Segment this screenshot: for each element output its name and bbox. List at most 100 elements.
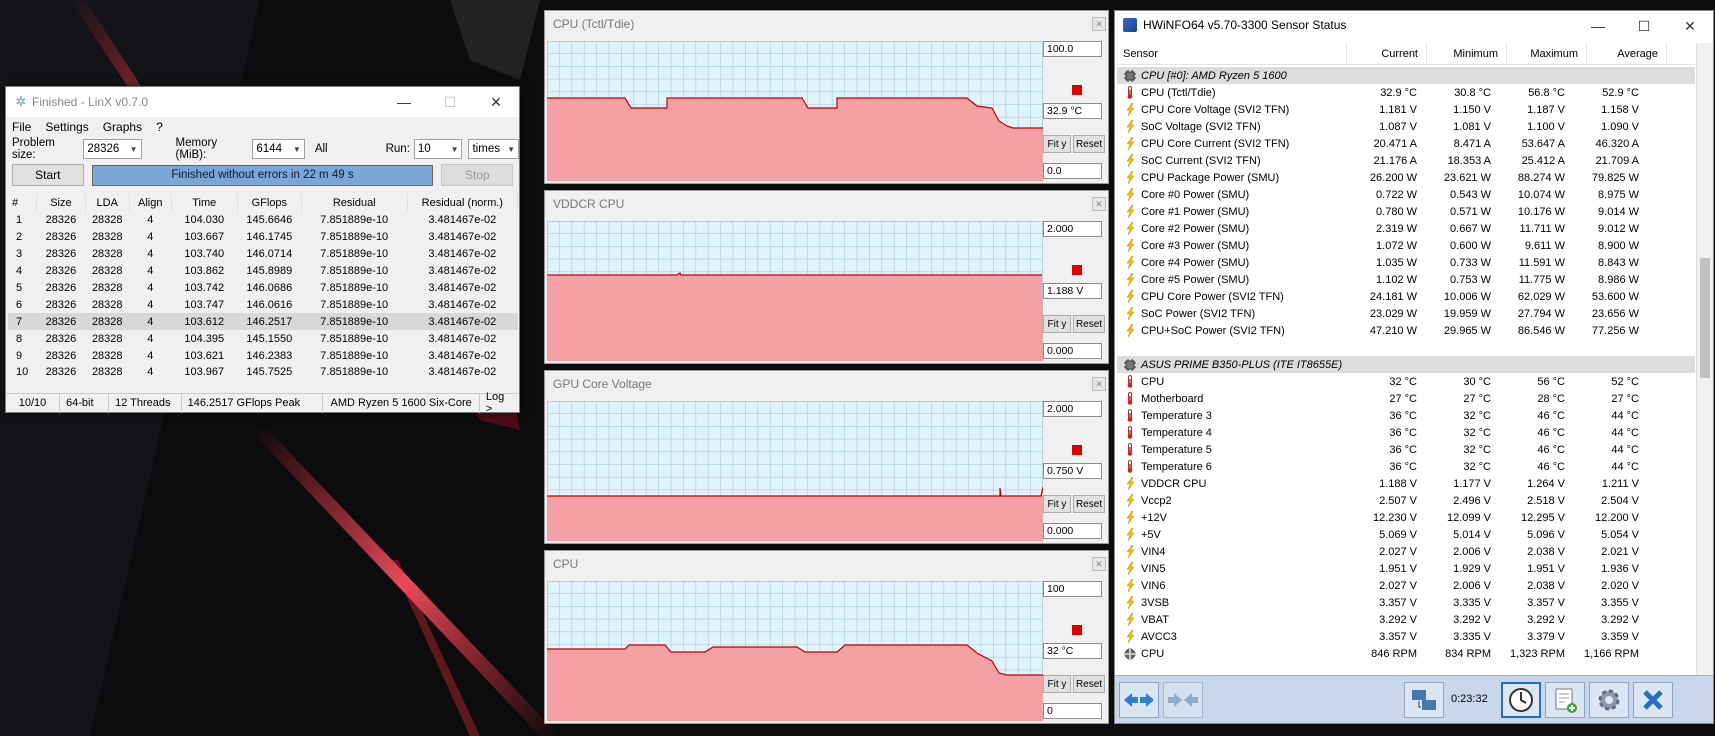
- table-row[interactable]: 7 28326 28328 4 103.612 146.2517 7.851889e-10 3…: [8, 313, 518, 331]
- minimize-button[interactable]: —: [381, 87, 427, 117]
- all-button[interactable]: All: [315, 143, 328, 155]
- menu-help[interactable]: ?: [156, 120, 163, 134]
- sensor-scrollbar[interactable]: [1696, 43, 1713, 677]
- sensor-row[interactable]: Core #2 Power (SMU) 2.319 W 0.667 W 11.711 …: [1117, 220, 1695, 237]
- sensor-row[interactable]: 3VSB 3.357 V 3.335 V 3.357 V 3.355 V: [1117, 594, 1695, 611]
- sensor-row[interactable]: Temperature 4 36 °C 32 °C 46 °C 44 °C: [1117, 424, 1695, 441]
- maximize-button[interactable]: ☐: [1621, 11, 1667, 41]
- column-sensor[interactable]: Sensor: [1117, 43, 1347, 64]
- graph-min-field[interactable]: 0.0: [1043, 163, 1102, 179]
- sensor-row[interactable]: Temperature 3 36 °C 32 °C 46 °C 44 °C: [1117, 407, 1695, 424]
- timer-button[interactable]: [1501, 682, 1541, 718]
- graph-close-button[interactable]: ✕: [1092, 557, 1106, 571]
- reset-button[interactable]: Reset: [1073, 675, 1105, 693]
- sensor-group-header[interactable]: ASUS PRIME B350-PLUS (ITE IT8655E): [1117, 356, 1695, 373]
- maximize-button[interactable]: ☐: [427, 87, 473, 117]
- menu-settings[interactable]: Settings: [45, 120, 88, 134]
- stop-button[interactable]: Stop: [441, 164, 513, 186]
- table-row[interactable]: 8 28326 28328 4 104.395 145.1550 7.851889e-10 3…: [8, 330, 518, 347]
- sensor-row[interactable]: Temperature 5 36 °C 32 °C 46 °C 44 °C: [1117, 441, 1695, 458]
- graph-max-field[interactable]: 2.000: [1043, 221, 1102, 237]
- fit-y-button[interactable]: Fit y: [1043, 675, 1071, 693]
- fit-y-button[interactable]: Fit y: [1043, 495, 1071, 513]
- close-button[interactable]: ✕: [1667, 11, 1713, 41]
- sensor-row[interactable]: Core #1 Power (SMU) 0.780 W 0.571 W 10.176 …: [1117, 203, 1695, 220]
- sensor-row[interactable]: VIN6 2.027 V 2.006 V 2.038 V 2.020 V: [1117, 577, 1695, 594]
- fit-y-button[interactable]: Fit y: [1043, 315, 1071, 333]
- graph-close-button[interactable]: ✕: [1092, 377, 1106, 391]
- column-header[interactable]: Residual: [301, 193, 408, 212]
- column-header[interactable]: LDA: [85, 193, 130, 212]
- sensor-row[interactable]: Vccp2 2.507 V 2.496 V 2.518 V 2.504 V: [1117, 492, 1695, 509]
- column-maximum[interactable]: Maximum: [1507, 43, 1587, 64]
- table-row[interactable]: 3 28326 28328 4 103.740 146.0714 7.851889e-10 3…: [8, 246, 518, 263]
- column-average[interactable]: Average: [1587, 43, 1667, 64]
- sensor-row[interactable]: Core #5 Power (SMU) 1.102 W 0.753 W 11.775 …: [1117, 271, 1695, 288]
- sensor-row[interactable]: CPU Core Voltage (SVI2 TFN) 1.181 V 1.150 …: [1117, 101, 1695, 118]
- sensor-row[interactable]: Motherboard 27 °C 27 °C 28 °C 27 °C: [1117, 390, 1695, 407]
- table-row[interactable]: 1 28326 28328 4 104.030 145.6646 7.851889e-10 3…: [8, 212, 518, 229]
- sensor-row[interactable]: SoC Voltage (SVI2 TFN) 1.087 V 1.081 V 1.10…: [1117, 118, 1695, 135]
- sensor-row[interactable]: Temperature 6 36 °C 32 °C 46 °C 44 °C: [1117, 458, 1695, 475]
- fit-y-button[interactable]: Fit y: [1043, 135, 1071, 153]
- memory-select[interactable]: 6144 ▼: [252, 139, 305, 159]
- graph-color-swatch[interactable]: [1072, 445, 1082, 455]
- sensor-row[interactable]: Core #3 Power (SMU) 1.072 W 0.600 W 9.611 W…: [1117, 237, 1695, 254]
- problem-size-select[interactable]: 28326 ▼: [83, 139, 142, 159]
- graph-color-swatch[interactable]: [1072, 85, 1082, 95]
- sensor-row[interactable]: SoC Current (SVI2 TFN) 21.176 A 18.353 A 25…: [1117, 152, 1695, 169]
- table-row[interactable]: 2 28326 28328 4 103.667 146.1745 7.851889e-10 3…: [8, 229, 518, 246]
- reset-button[interactable]: Reset: [1073, 135, 1105, 153]
- graph-min-field[interactable]: 0: [1043, 703, 1102, 719]
- report-button[interactable]: [1545, 682, 1585, 718]
- exit-button[interactable]: [1633, 682, 1673, 718]
- table-row[interactable]: 10 28326 28328 4 103.967 145.7525 7.851889e-10…: [8, 364, 518, 381]
- nav-left-right-button[interactable]: [1119, 682, 1159, 718]
- table-row[interactable]: 5 28326 28328 4 103.742 146.0686 7.851889e-10 3…: [8, 280, 518, 297]
- graph-max-field[interactable]: 100: [1043, 581, 1102, 597]
- table-row[interactable]: 6 28326 28328 4 103.747 146.0616 7.851889e-10 3…: [8, 296, 518, 313]
- column-header[interactable]: Align: [129, 193, 172, 212]
- start-button[interactable]: Start: [12, 164, 84, 186]
- run-count-select[interactable]: 10 ▼: [413, 139, 463, 159]
- sensor-row[interactable]: CPU 32 °C 30 °C 56 °C 52 °C: [1117, 373, 1695, 390]
- column-header[interactable]: GFlops: [237, 193, 302, 212]
- close-button[interactable]: ✕: [473, 87, 519, 117]
- run-unit-select[interactable]: times ▼: [468, 139, 519, 159]
- sensor-row[interactable]: VIN5 1.951 V 1.929 V 1.951 V 1.936 V: [1117, 560, 1695, 577]
- sensor-row[interactable]: CPU 846 RPM 834 RPM 1,323 RPM 1,166 RPM: [1117, 645, 1695, 662]
- reset-button[interactable]: Reset: [1073, 495, 1105, 513]
- graph-close-button[interactable]: ✕: [1092, 17, 1106, 31]
- graph-close-button[interactable]: ✕: [1092, 197, 1106, 211]
- minimize-button[interactable]: —: [1575, 11, 1621, 41]
- graph-color-swatch[interactable]: [1072, 265, 1082, 275]
- column-header[interactable]: Residual (norm.): [407, 193, 519, 212]
- sensor-row[interactable]: AVCC3 3.357 V 3.335 V 3.379 V 3.359 V: [1117, 628, 1695, 645]
- column-header[interactable]: Size: [36, 193, 86, 212]
- graph-max-field[interactable]: 100.0: [1043, 41, 1102, 57]
- graph-max-field[interactable]: 2.000: [1043, 401, 1102, 417]
- sensor-row[interactable]: +5V 5.069 V 5.014 V 5.096 V 5.054 V: [1117, 526, 1695, 543]
- sensor-row[interactable]: CPU+SoC Power (SVI2 TFN) 47.210 W 29.965 W…: [1117, 322, 1695, 339]
- column-current[interactable]: Current: [1347, 43, 1427, 64]
- reset-button[interactable]: Reset: [1073, 315, 1105, 333]
- table-row[interactable]: 4 28326 28328 4 103.862 145.8989 7.851889e-10 3…: [8, 263, 518, 280]
- menu-file[interactable]: File: [12, 120, 31, 134]
- sensor-row[interactable]: VDDCR CPU 1.188 V 1.177 V 1.264 V 1.211 V: [1117, 475, 1695, 492]
- column-header[interactable]: #: [8, 193, 38, 212]
- graph-color-swatch[interactable]: [1072, 625, 1082, 635]
- scrollbar-thumb[interactable]: [1700, 258, 1710, 378]
- sensor-row[interactable]: CPU (Tctl/Tdie) 32.9 °C 30.8 °C 56.8 °C 52.9…: [1117, 84, 1695, 101]
- network-button[interactable]: [1404, 682, 1444, 718]
- sensor-row[interactable]: VIN4 2.027 V 2.006 V 2.038 V 2.021 V: [1117, 543, 1695, 560]
- sensor-row[interactable]: Core #0 Power (SMU) 0.722 W 0.543 W 10.074 …: [1117, 186, 1695, 203]
- sensor-row[interactable]: CPU Core Current (SVI2 TFN) 20.471 A 8.471…: [1117, 135, 1695, 152]
- nav-collapse-button[interactable]: [1163, 682, 1203, 718]
- sensor-group-header[interactable]: CPU [#0]: AMD Ryzen 5 1600: [1117, 67, 1695, 84]
- sensor-row[interactable]: CPU Package Power (SMU) 26.200 W 23.621 W 8…: [1117, 169, 1695, 186]
- sensor-row[interactable]: SoC Power (SVI2 TFN) 23.029 W 19.959 W 27.7…: [1117, 305, 1695, 322]
- sensor-row[interactable]: VBAT 3.292 V 3.292 V 3.292 V 3.292 V: [1117, 611, 1695, 628]
- column-header[interactable]: Time: [171, 193, 238, 212]
- sensor-row[interactable]: +12V 12.230 V 12.099 V 12.295 V 12.200 V: [1117, 509, 1695, 526]
- table-row[interactable]: 9 28326 28328 4 103.621 146.2383 7.851889e-10 3…: [8, 347, 518, 364]
